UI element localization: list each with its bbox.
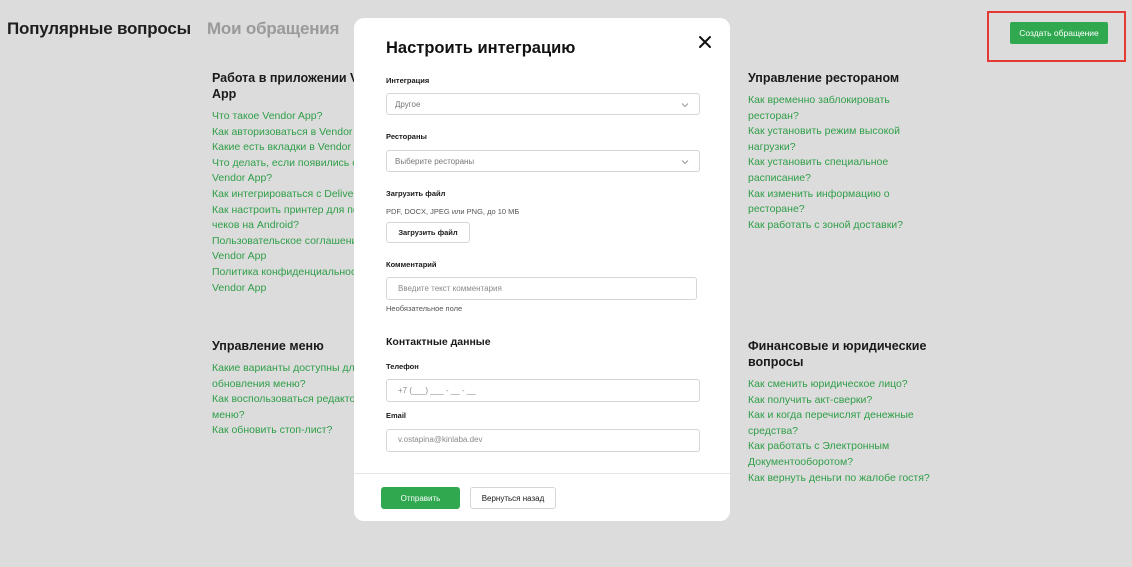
restaurants-select[interactable]: Выберите рестораны xyxy=(386,150,700,172)
section-title: Финансовые и юридические вопросы xyxy=(748,339,927,369)
faq-link[interactable]: Как изменить информацию о ресторане? xyxy=(748,187,928,218)
back-button[interactable]: Вернуться назад xyxy=(470,487,556,509)
integration-label: Интеграция xyxy=(386,76,430,85)
email-label: Email xyxy=(386,411,407,420)
upload-file-button[interactable]: Загрузить файл xyxy=(386,222,470,243)
phone-placeholder: +7 (___) ___ - __ - __ xyxy=(398,386,476,395)
modal-title: Настроить интеграцию xyxy=(386,39,576,57)
chevron-down-icon xyxy=(681,160,689,165)
tab-popular-questions[interactable]: Популярные вопросы xyxy=(7,19,191,39)
restaurants-placeholder: Выберите рестораны xyxy=(395,156,475,166)
faq-link[interactable]: Как работать с зоной доставки? xyxy=(748,218,928,234)
section-links: Как временно заблокировать ресторан? Как … xyxy=(748,93,928,233)
tab-my-requests[interactable]: Мои обращения xyxy=(207,19,339,39)
close-icon xyxy=(699,36,711,48)
modal-footer: Отправить Вернуться назад xyxy=(354,473,730,521)
faq-link[interactable]: Как временно заблокировать ресторан? xyxy=(748,93,928,124)
integration-select[interactable]: Другое xyxy=(386,93,700,115)
section-title: Управление рестораном xyxy=(748,71,900,85)
faq-link[interactable]: Как работать с Электронным Документообор… xyxy=(748,439,938,470)
upload-label: Загрузить файл xyxy=(386,189,446,198)
modal-body[interactable]: Настроить интеграцию Интеграция Другое Р… xyxy=(354,18,730,473)
faq-link[interactable]: Как установить режим высокой нагрузки? xyxy=(748,124,928,155)
email-value: v.ostapina@kinlaba.dev xyxy=(398,435,483,444)
section-links: Как сменить юридическое лицо? Как получит… xyxy=(748,377,938,486)
tabs: Популярные вопросы Мои обращения xyxy=(7,19,339,39)
faq-link[interactable]: Как установить специальное расписание? xyxy=(748,155,928,186)
contacts-heading: Контактные данные xyxy=(386,336,491,348)
upload-hint: PDF, DOCX, JPEG или PNG, до 10 МБ xyxy=(386,207,520,216)
chevron-down-icon xyxy=(681,103,689,108)
faq-link[interactable]: Как и когда перечислят денежные средства… xyxy=(748,408,938,439)
comment-input[interactable]: Введите текст комментария xyxy=(386,277,697,300)
section-restaurant-management: Управление рестораном Как временно забло… xyxy=(748,70,928,233)
comment-label: Комментарий xyxy=(386,260,437,269)
submit-button[interactable]: Отправить xyxy=(381,487,460,509)
integration-value: Другое xyxy=(395,99,421,109)
phone-label: Телефон xyxy=(386,362,419,371)
email-input[interactable]: v.ostapina@kinlaba.dev xyxy=(386,429,700,452)
comment-hint: Необязательное поле xyxy=(386,304,463,313)
comment-placeholder: Введите текст комментария xyxy=(398,284,502,293)
integration-modal: Настроить интеграцию Интеграция Другое Р… xyxy=(354,18,730,521)
restaurants-label: Рестораны xyxy=(386,132,427,141)
create-request-button[interactable]: Создать обращение xyxy=(1010,22,1108,44)
section-finance-legal: Финансовые и юридические вопросы Как сме… xyxy=(748,338,938,486)
faq-link[interactable]: Как получить акт-сверки? xyxy=(748,393,938,409)
phone-input[interactable]: +7 (___) ___ - __ - __ xyxy=(386,379,700,402)
faq-link[interactable]: Как сменить юридическое лицо? xyxy=(748,377,938,393)
close-button[interactable] xyxy=(697,35,713,51)
faq-link[interactable]: Как вернуть деньги по жалобе гостя? xyxy=(748,471,938,487)
